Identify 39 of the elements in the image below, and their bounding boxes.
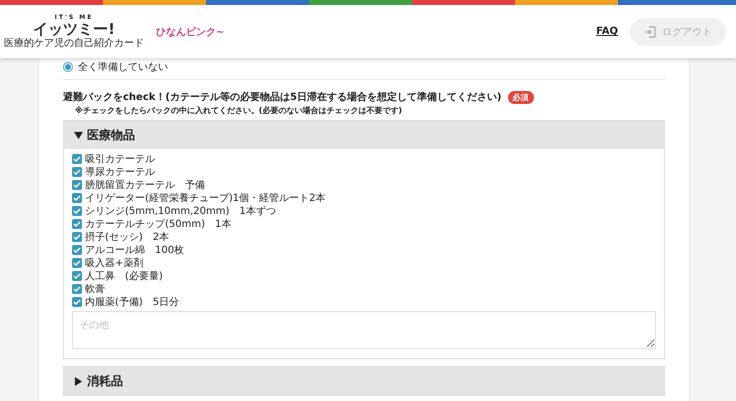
other-input-field[interactable]: その他 bbox=[72, 311, 656, 349]
checkbox[interactable] bbox=[72, 192, 82, 202]
question-title: 避難バックをcheck！(カテーテル等の必要物品は5日滞在する場合を想定して準備してください) bbox=[63, 90, 502, 104]
logout-icon bbox=[644, 26, 656, 38]
checkbox-label: 膀胱留置カテーテル 予備 bbox=[85, 178, 205, 192]
radio-button[interactable] bbox=[63, 62, 73, 72]
section-header[interactable]: 消耗品 bbox=[64, 367, 664, 395]
checkbox-label: アルコール綿 100枚 bbox=[85, 244, 184, 256]
checkbox-label: 軟膏 bbox=[85, 282, 105, 296]
checkbox[interactable] bbox=[72, 166, 82, 176]
checkbox-label: 吸引カテーテル bbox=[85, 152, 155, 166]
checkbox[interactable] bbox=[72, 244, 82, 254]
checkbox[interactable] bbox=[72, 218, 82, 228]
checkbox[interactable] bbox=[72, 180, 82, 190]
question-note: ※チェックをしたらバックの中に入れてください。(必要のない場合はチェックは不要です) bbox=[75, 105, 404, 116]
logo-subtitle: 医療的ケア児の自己紹介カード bbox=[4, 38, 144, 49]
checkbox[interactable] bbox=[72, 296, 82, 306]
checkbox[interactable] bbox=[72, 284, 82, 294]
down-triangle-icon bbox=[74, 130, 83, 140]
checkbox[interactable] bbox=[72, 206, 82, 216]
required-badge: 必須 bbox=[508, 90, 534, 104]
checkbox-label: イリゲーター(経管栄養チューブ)1個・経管ルート2本 bbox=[85, 192, 326, 204]
checkbox-label: 吸入器+薬剤 bbox=[85, 256, 144, 270]
checkbox-label: シリンジ(5mm,10mm,20mm) 1本ずつ bbox=[85, 204, 276, 218]
checkbox-label: 内服薬(予備) 5日分 bbox=[85, 296, 180, 308]
section-header[interactable]: 医療物品 bbox=[64, 121, 664, 149]
logo-title: イッツミー! bbox=[33, 21, 115, 38]
radio-label: 全く準備していない bbox=[78, 61, 168, 74]
checkbox-label: 人工鼻 (必要量) bbox=[85, 270, 163, 282]
checkbox-label: 摂子(セッシ) 2本 bbox=[85, 230, 170, 244]
checkbox-label: カテーテルチップ(50mm) 1本 bbox=[85, 218, 232, 230]
checkbox[interactable] bbox=[72, 154, 82, 164]
checkbox[interactable] bbox=[72, 258, 82, 268]
checkbox[interactable] bbox=[72, 270, 82, 280]
partner-logo: ひなんピンク~ bbox=[156, 26, 224, 38]
checkbox-label: 導尿カテーテル bbox=[85, 166, 155, 178]
checkbox[interactable] bbox=[72, 232, 82, 242]
right-triangle-icon bbox=[74, 376, 83, 386]
faq-link[interactable]: FAQ bbox=[596, 26, 618, 37]
